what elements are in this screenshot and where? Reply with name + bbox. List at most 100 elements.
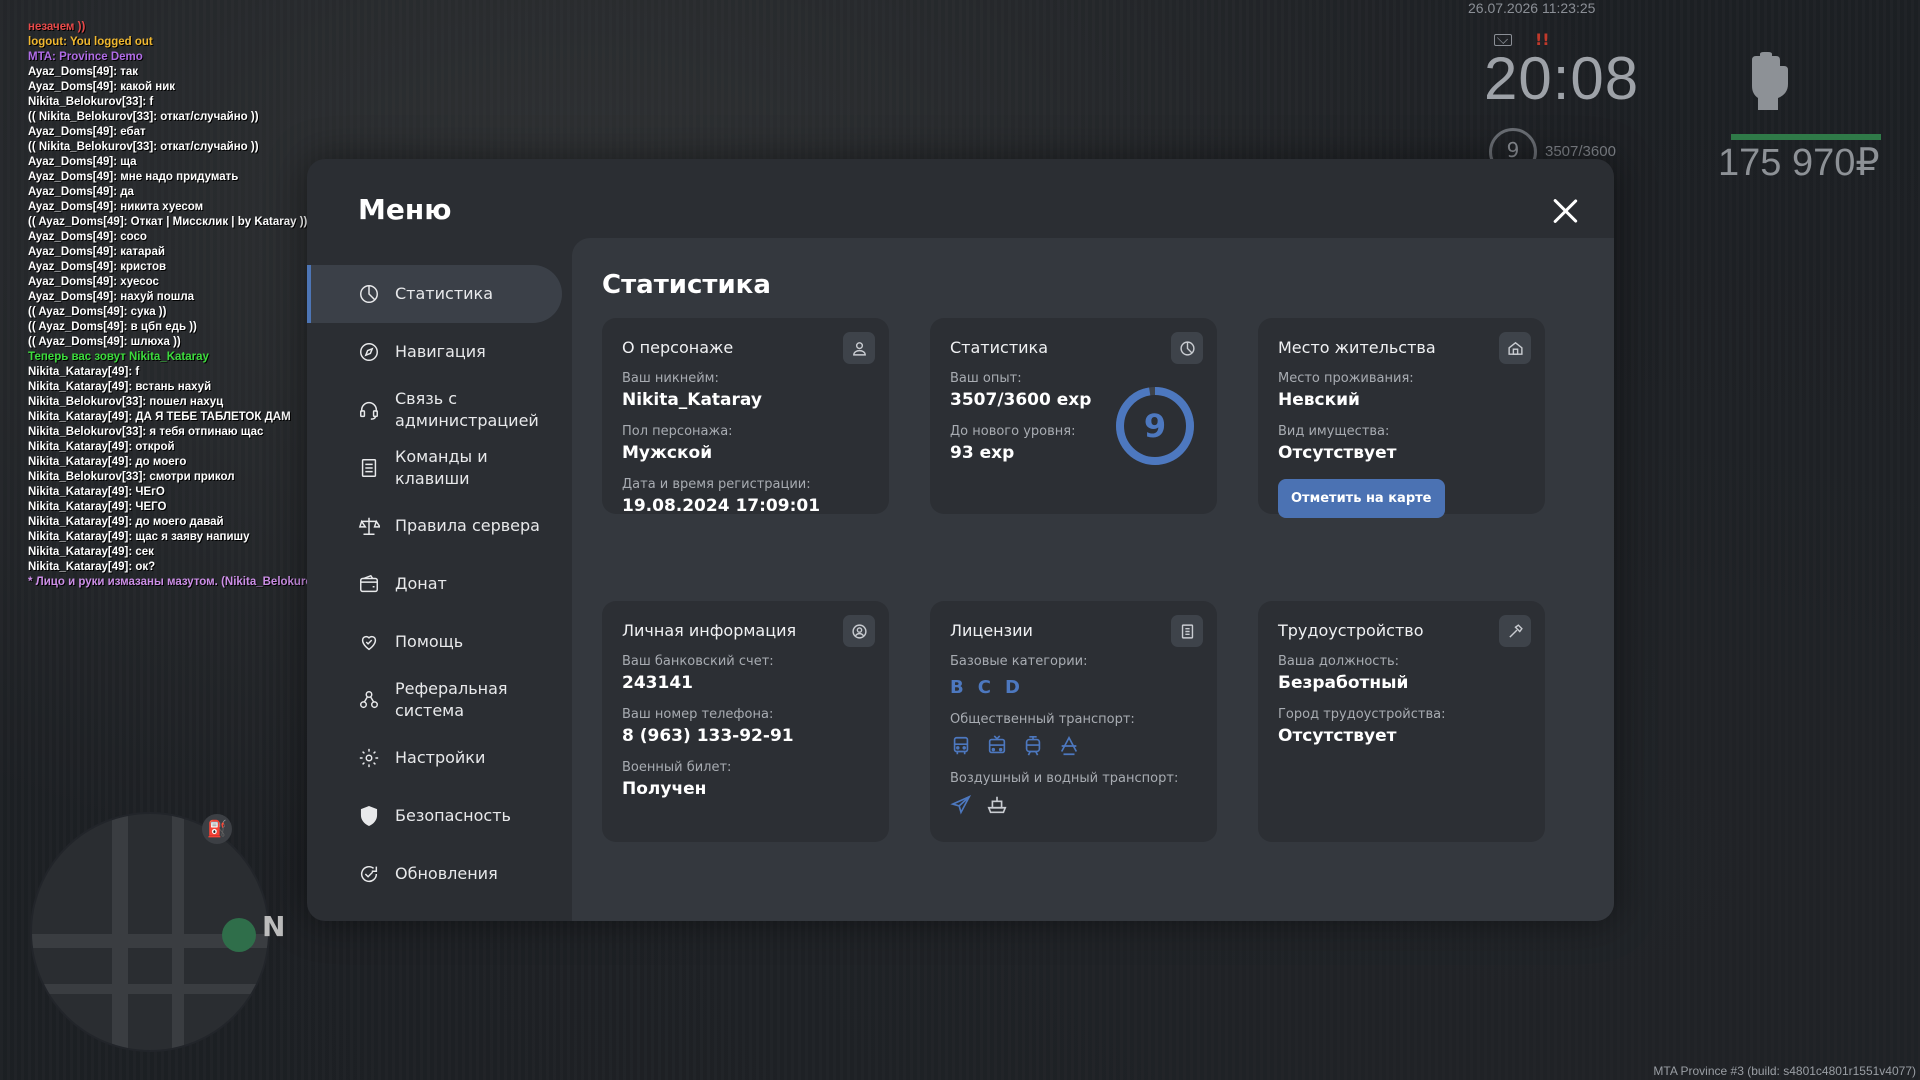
military-id-label: Военный билет: [622,760,732,775]
sidebar-item-shield[interactable]: Безопасность [307,787,572,845]
category-d: D [1004,677,1020,698]
sidebar-item-label: Статистика [395,284,493,303]
category-b: B [950,677,964,698]
chat-line: (( Nikita_Belokurov[33]: откат/случайно … [28,141,259,153]
sidebar-item-label: Реферальная система [395,679,508,720]
card-title: Личная информация [622,621,797,640]
headset-icon [358,399,380,421]
sidebar-item-label: Безопасность [395,806,511,825]
gender-value: Мужской [622,443,713,463]
bus-icon [950,735,972,757]
chat-line: Ayaz_Doms[49]: ебат [28,126,146,138]
build-info: MTA Province #3 (build: s4801c4801r1551v… [1653,1064,1916,1078]
card-character: О персонаже Ваш никнейм: Nikita_Kataray … [602,318,889,516]
trolleybus-icon [986,735,1008,757]
sidebar-item-refresh-check[interactable]: Обновления [307,845,572,903]
card-residence: Место жительства Место проживания: Невск… [1258,318,1545,518]
level-ring: 9 [1115,386,1195,466]
compass-north: N [262,910,286,943]
nickname-value: Nikita_Kataray [622,390,762,410]
hud-money: 175 970₽ [1718,142,1880,184]
sidebar-item-heart-hand[interactable]: Помощь [307,613,572,671]
menu-title: Меню [358,193,452,226]
shield-icon [358,805,380,827]
chat-line: MTA: Province Demo [28,51,143,63]
bank-account-value: 243141 [622,673,693,693]
sidebar-item-wallet[interactable]: Донат [307,555,572,613]
sidebar-item-label: Правила сервера [395,516,540,535]
base-categories-label: Базовые категории: [950,654,1088,669]
chat-line: незачем )) [28,21,86,33]
sidebar-item-label: Настройки [395,748,486,767]
card-title: Статистика [950,338,1048,357]
wallet-icon [358,573,380,595]
card-personal-info: Личная информация Ваш банковский счет: 2… [602,601,889,842]
document-icon [358,457,380,479]
house-icon [1499,332,1531,364]
hammer-icon [1499,615,1531,647]
military-id-value: Получен [622,779,707,799]
nickname-label: Ваш никнейм: [622,371,719,386]
page-title: Статистика [602,270,771,300]
sidebar-item-referral[interactable]: Реферальная система [307,671,572,729]
property-value: Отсутствует [1278,443,1397,463]
sidebar-item-document[interactable]: Команды и клавиши [307,439,572,497]
scales-icon [358,515,380,537]
plane-icon [950,794,972,816]
chat-line: Ayaz_Doms[49]: какой ник [28,81,176,93]
chat-line: (( Nikita_Belokurov[33]: откат/случайно … [28,111,259,123]
sidebar-item-label: Донат [395,574,447,593]
position-value: Безработный [1278,673,1409,693]
base-categories: B C D [950,677,1197,698]
sidebar-item-pie-chart[interactable]: Статистика [307,265,562,323]
work-city-label: Город трудоустройства: [1278,707,1446,722]
chat-line: Ayaz_Doms[49]: так [28,66,139,78]
public-transport-icons [950,735,1197,757]
registration-value: 19.08.2024 17:09:01 [622,496,821,516]
sidebar-item-scales[interactable]: Правила сервера [307,497,572,555]
referral-icon [358,689,380,711]
player-marker-icon [222,918,256,952]
user-circle-icon [843,615,875,647]
sidebar-item-gear[interactable]: Настройки [307,729,572,787]
fist-icon [1742,52,1794,112]
chat-line: logout: You logged out [28,36,153,48]
residence-place-label: Место проживания: [1278,371,1414,386]
sidebar-item-label: Связь с администрацией [395,389,539,430]
chat-line: Nikita_Belokurov[33]: f [28,96,154,108]
sidebar-item-label: Навигация [395,342,486,361]
fuel-icon: ⛽ [202,814,232,844]
tram-icon [1022,735,1044,757]
pie-chart-icon [358,283,380,305]
stats-content: Статистика О персонаже Ваш никнейм: Niki… [572,238,1614,921]
registration-label: Дата и время регистрации: [622,477,811,492]
bank-account-label: Ваш банковский счет: [622,654,774,669]
sidebar-item-headset[interactable]: Связь с администрацией [307,381,572,439]
gear-icon [358,747,380,769]
hud-clock: 20:08 [1484,45,1640,112]
residence-place-value: Невский [1278,390,1360,410]
card-title: Место жительства [1278,338,1436,357]
compass-icon [358,341,380,363]
air-water-transport-icons [950,794,1197,816]
close-icon[interactable] [1547,193,1583,229]
refresh-check-icon [358,863,380,885]
heart-hand-icon [358,631,380,653]
card-statistics: Статистика Ваш опыт: 3507/3600 exp До но… [930,318,1217,514]
phone-value: 8 (963) 133-92-91 [622,726,794,746]
user-icon [843,332,875,364]
exp-label: Ваш опыт: [950,371,1022,386]
phone-label: Ваш номер телефона: [622,707,774,722]
hud-datetime: 26.07.2026 11:23:25 [1468,0,1596,16]
card-title: Трудоустройство [1278,621,1424,640]
mark-on-map-button[interactable]: Отметить на карте [1278,479,1445,518]
sidebar-item-compass[interactable]: Навигация [307,323,572,381]
id-card-icon [1171,615,1203,647]
work-city-value: Отсутствует [1278,726,1397,746]
sidebar-item-label: Команды и клавиши [395,447,488,488]
level-number: 9 [1143,407,1167,445]
sidebar: Статистика Навигация Связь с администрацие… [307,265,572,903]
hud-exp: 3507/3600 [1545,143,1616,160]
card-title: Лицензии [950,621,1033,640]
sidebar-item-label: Помощь [395,632,464,651]
